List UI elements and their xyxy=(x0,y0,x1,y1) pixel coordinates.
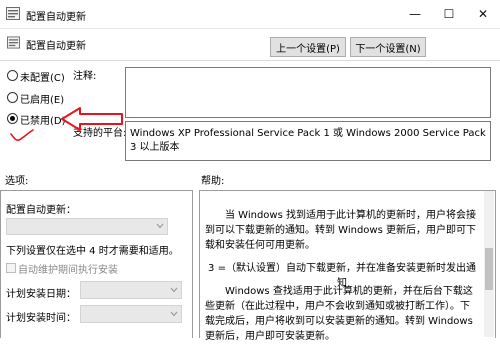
maintenance-install-label: 自动维护期间执行安装 xyxy=(18,265,118,276)
divider xyxy=(0,60,500,61)
minimize-icon: — xyxy=(409,7,421,21)
chevron-down-icon xyxy=(170,287,178,293)
platform-value: Windows XP Professional Service Pack 1 或… xyxy=(130,128,486,153)
configure-updates-select[interactable] xyxy=(6,218,168,235)
minimize-button[interactable]: — xyxy=(398,0,432,28)
close-button[interactable]: ✕ xyxy=(466,0,500,28)
close-icon: ✕ xyxy=(477,7,489,21)
red-checkmark-annotation xyxy=(10,129,34,141)
previous-setting-button[interactable]: 上一个设置(P) xyxy=(270,37,346,57)
radio-label-enabled: 已启用(E) xyxy=(20,95,65,106)
schedule-day-label: 计划安装日期： xyxy=(6,289,76,300)
help-title: 帮助: xyxy=(201,176,225,187)
comment-label: 注释: xyxy=(73,71,97,82)
applies-note: 下列设置仅在选中 4 时才需要和适用。 xyxy=(6,246,179,257)
maintenance-install-checkbox[interactable] xyxy=(6,263,16,273)
help-paragraph-3: Windows 查找适用于此计算机的更新，并在后台下载这些更新（在此过程中，用户… xyxy=(205,286,473,342)
help-scroll-thumb[interactable] xyxy=(485,248,493,290)
radio-disabled[interactable] xyxy=(7,113,18,124)
schedule-day-select[interactable] xyxy=(80,281,182,299)
comment-field[interactable] xyxy=(125,67,491,118)
policy-setting-icon xyxy=(6,7,20,20)
window-title: 配置自动更新 xyxy=(26,12,86,23)
options-title: 选项: xyxy=(5,176,29,187)
red-arrow-annotation xyxy=(61,107,123,131)
setting-title: 配置自动更新 xyxy=(26,41,86,52)
radio-enabled[interactable] xyxy=(7,92,18,103)
maximize-button[interactable]: ☐ xyxy=(432,0,466,28)
radio-not-configured[interactable] xyxy=(7,70,18,81)
schedule-time-label: 计划安装时间： xyxy=(6,313,76,324)
schedule-time-select[interactable] xyxy=(80,305,182,323)
chevron-down-icon xyxy=(170,311,178,317)
maximize-icon: ☐ xyxy=(443,7,455,21)
next-setting-button[interactable]: 下一个设置(N) xyxy=(350,37,426,57)
configure-updates-label: 配置自动更新： xyxy=(6,205,76,216)
radio-label-not-configured: 未配置(C) xyxy=(20,73,65,84)
chevron-down-icon xyxy=(156,223,164,229)
help-paragraph-1: 当 Windows 找到适用于此计算机的更新时，用户将会接到可以下载更新的通知。… xyxy=(205,210,476,251)
policy-setting-icon xyxy=(7,36,20,49)
